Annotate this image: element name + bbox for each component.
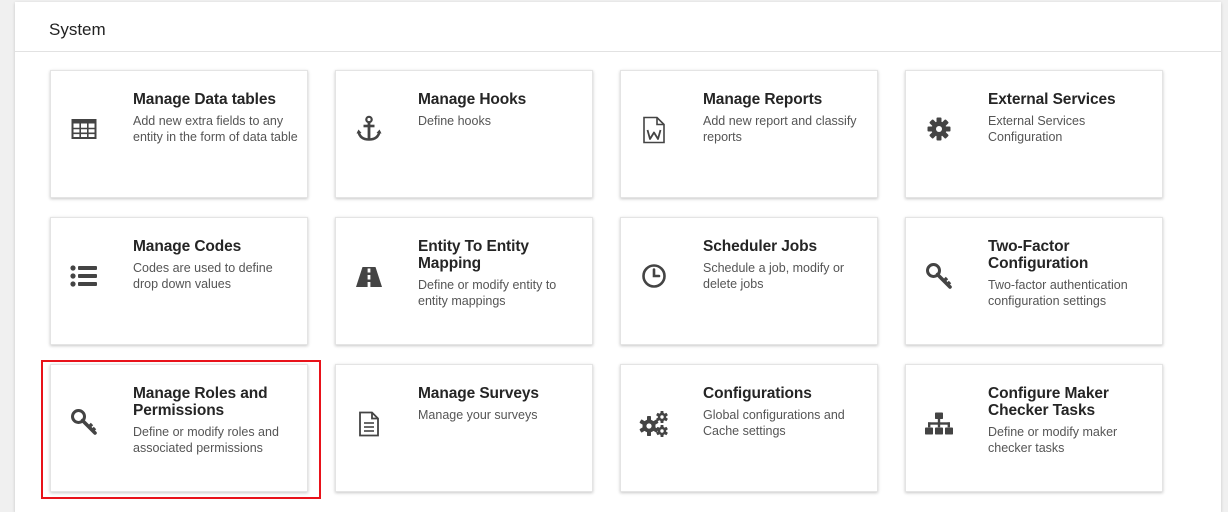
- card-title: Manage Reports: [703, 91, 823, 108]
- card-description: Two-factor authentication configuration …: [988, 278, 1128, 308]
- card-title: Manage Codes: [133, 238, 242, 255]
- card-title: Configure Maker Checker Tasks: [988, 385, 1109, 419]
- card-manage-codes[interactable]: Manage Codes Codes are used to define dr…: [50, 217, 308, 345]
- card-title: Entity To Entity Mapping: [418, 238, 529, 272]
- card-description: Define or modify roles and associated pe…: [133, 425, 279, 455]
- section-divider: [15, 51, 1221, 52]
- card-manage-hooks[interactable]: Manage Hooks Define hooks: [335, 70, 593, 198]
- card-description: Define or modify entity to entity mappin…: [418, 278, 557, 308]
- key-icon: [69, 407, 99, 437]
- card-title: Scheduler Jobs: [703, 238, 818, 255]
- card-description: Define hooks: [418, 114, 491, 128]
- anchor-icon: [354, 114, 384, 144]
- sitemap-icon: [924, 409, 954, 439]
- clock-icon: [639, 261, 669, 291]
- card-description: Codes are used to define drop down value…: [133, 261, 273, 291]
- card-description: Schedule a job, modify or delete jobs: [703, 261, 845, 291]
- card-configurations[interactable]: Configurations Global configurations and…: [620, 364, 878, 492]
- card-description: Global configurations and Cache settings: [703, 408, 845, 438]
- card-external-services[interactable]: External Services External Services Conf…: [905, 70, 1163, 198]
- gear-icon: [924, 114, 954, 144]
- table-icon: [69, 114, 99, 144]
- cogs-icon: [639, 409, 669, 439]
- card-manage-reports[interactable]: Manage Reports Add new report and classi…: [620, 70, 878, 198]
- card-manage-surveys[interactable]: Manage Surveys Manage your surveys: [335, 364, 593, 492]
- card-title: Manage Data tables: [133, 91, 276, 108]
- card-description: Add new extra fields to any entity in th…: [133, 114, 298, 144]
- word-file-icon: [639, 115, 669, 145]
- card-two-factor-configuration[interactable]: Two-Factor Configuration Two-factor auth…: [905, 217, 1163, 345]
- card-description: External Services Configuration: [988, 114, 1086, 144]
- key-icon: [924, 261, 954, 291]
- card-title: Two-Factor Configuration: [988, 238, 1089, 272]
- road-icon: [354, 262, 384, 292]
- file-text-icon: [354, 409, 384, 439]
- card-entity-to-entity-mapping[interactable]: Entity To Entity Mapping Define or modif…: [335, 217, 593, 345]
- card-title: Manage Roles and Permissions: [133, 385, 268, 419]
- card-description: Add new report and classify reports: [703, 114, 857, 144]
- card-manage-roles-and-permissions[interactable]: Manage Roles and Permissions Define or m…: [50, 364, 308, 492]
- card-description: Define or modify maker checker tasks: [988, 425, 1118, 455]
- card-configure-maker-checker-tasks[interactable]: Configure Maker Checker Tasks Define or …: [905, 364, 1163, 492]
- list-icon: [69, 261, 99, 291]
- card-description: Manage your surveys: [418, 408, 538, 422]
- card-manage-data-tables[interactable]: Manage Data tables Add new extra fields …: [50, 70, 308, 198]
- card-title: External Services: [988, 91, 1116, 108]
- card-scheduler-jobs[interactable]: Scheduler Jobs Schedule a job, modify or…: [620, 217, 878, 345]
- card-title: Manage Hooks: [418, 91, 527, 108]
- section-title: System: [49, 20, 106, 39]
- card-title: Configurations: [703, 385, 812, 402]
- card-title: Manage Surveys: [418, 385, 539, 402]
